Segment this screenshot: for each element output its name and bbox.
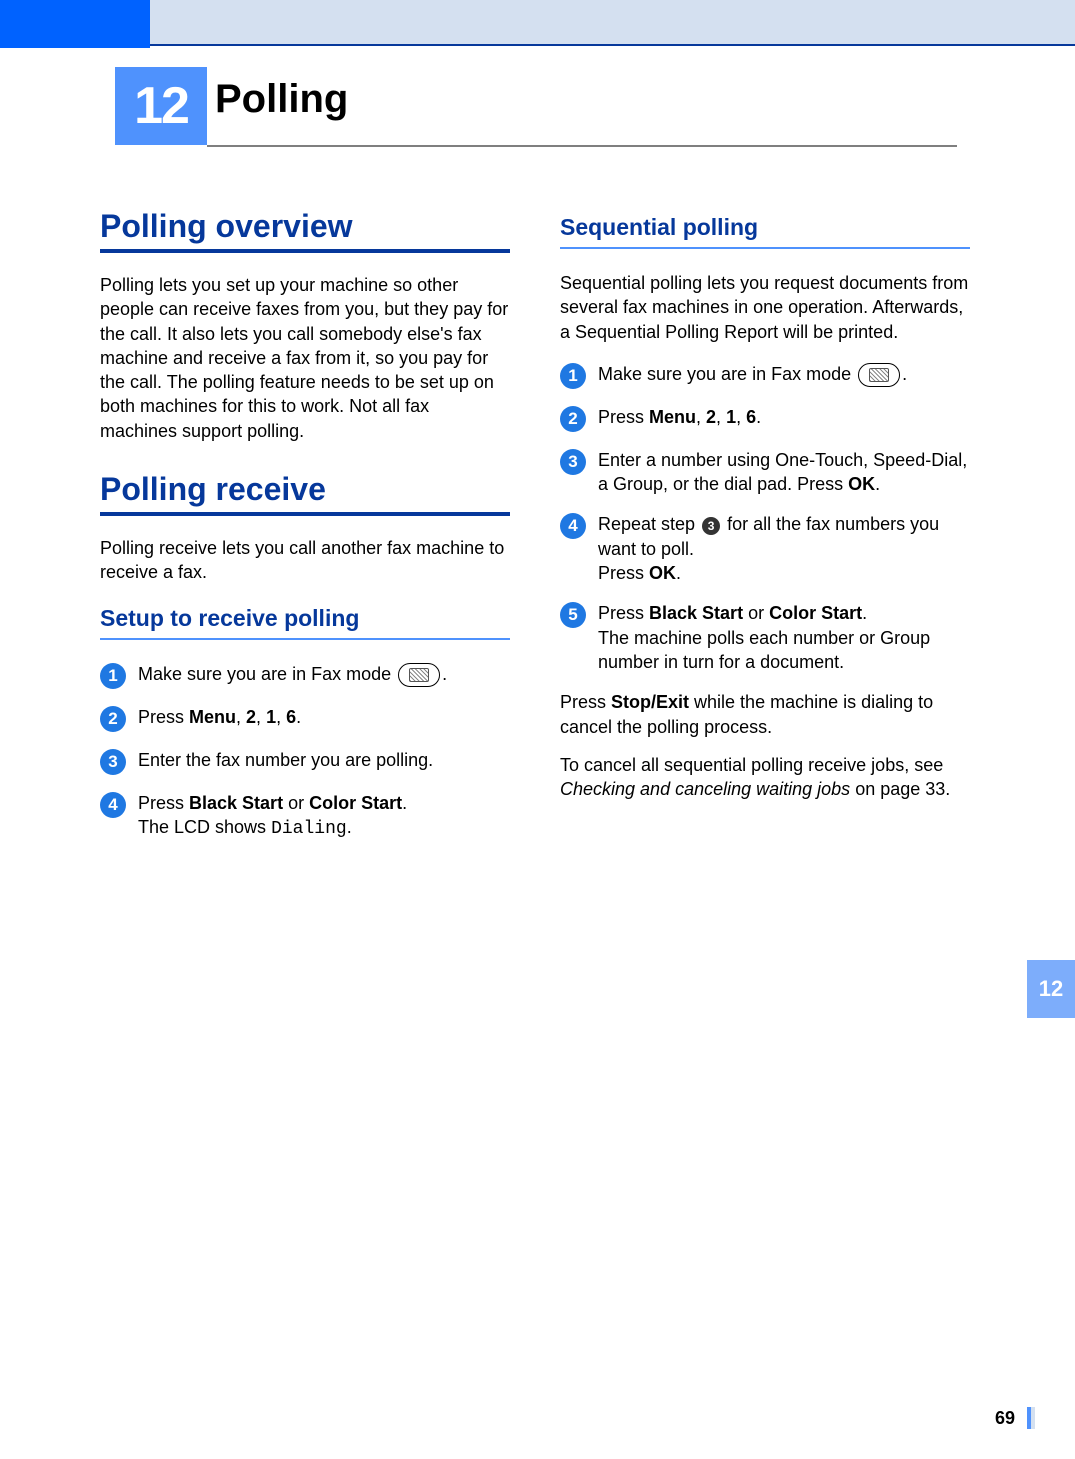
t: . (862, 603, 867, 623)
step-badge-1: 1 (560, 363, 586, 389)
step-2-text: Press Menu, 2, 1, 6. (138, 705, 510, 729)
seq-step-5-text: Press Black Start or Color Start. The ma… (598, 601, 970, 674)
heading-rule (100, 249, 510, 253)
fax-mode-icon (858, 363, 900, 387)
left-column: Polling overview Polling lets you set up… (100, 200, 510, 857)
step-badge-5: 5 (560, 602, 586, 628)
key-black-start: Black Start (649, 603, 743, 623)
step-badge-4: 4 (560, 513, 586, 539)
t: . (296, 707, 301, 727)
t: . (676, 563, 681, 583)
header-light-bar (150, 0, 1075, 46)
subheading-sequential: Sequential polling (560, 214, 970, 249)
seq-step-4: 4 Repeat step 3 for all the fax numbers … (560, 512, 970, 585)
key-stop-exit: Stop/Exit (611, 692, 689, 712)
crossref-checking-canceling: Checking and canceling waiting jobs (560, 779, 850, 799)
t: , (236, 707, 246, 727)
key-color-start: Color Start (309, 793, 402, 813)
heading-polling-receive: Polling receive (100, 471, 510, 508)
step-3-text: Enter the fax number you are polling. (138, 748, 510, 772)
key-2: 2 (246, 707, 256, 727)
stop-exit-paragraph: Press Stop/Exit while the machine is dia… (560, 690, 970, 739)
seq-step-2-text: Press Menu, 2, 1, 6. (598, 405, 970, 429)
key-2: 2 (706, 407, 716, 427)
key-6: 6 (286, 707, 296, 727)
t: Press (598, 603, 649, 623)
key-6: 6 (746, 407, 756, 427)
t: Make sure you are in Fax mode (598, 364, 856, 384)
chapter-underline (207, 145, 957, 147)
seq-step-3-text: Enter a number using One-Touch, Speed-Di… (598, 448, 970, 497)
overview-paragraph: Polling lets you set up your machine so … (100, 273, 510, 443)
t: Enter a number using One-Touch, Speed-Di… (598, 450, 967, 494)
step-badge-1: 1 (100, 663, 126, 689)
seq-step-1-text: Make sure you are in Fax mode . (598, 362, 970, 387)
seq-step-4-text: Repeat step 3 for all the fax numbers yo… (598, 512, 970, 585)
step-3: 3 Enter the fax number you are polling. (100, 748, 510, 775)
t: or (283, 793, 309, 813)
t: on page 33. (850, 779, 950, 799)
t: or (743, 603, 769, 623)
step-4: 4 Press Black Start or Color Start. The … (100, 791, 510, 842)
step-1-post: . (442, 664, 447, 684)
t: Press (598, 563, 649, 583)
key-menu: Menu (649, 407, 696, 427)
key-color-start: Color Start (769, 603, 862, 623)
t: Press (560, 692, 611, 712)
step-1: 1 Make sure you are in Fax mode . (100, 662, 510, 689)
t: Press (138, 707, 189, 727)
t: . (756, 407, 761, 427)
cancel-ref-paragraph: To cancel all sequential polling receive… (560, 753, 970, 802)
side-chapter-tab: 12 (1027, 960, 1075, 1018)
t: . (875, 474, 880, 494)
header-blue-block (0, 0, 150, 48)
t: The machine polls each number or Group n… (598, 628, 930, 672)
t: , (256, 707, 266, 727)
t: , (736, 407, 746, 427)
seq-step-2: 2 Press Menu, 2, 1, 6. (560, 405, 970, 432)
seq-step-3: 3 Enter a number using One-Touch, Speed-… (560, 448, 970, 497)
key-black-start: Black Start (189, 793, 283, 813)
subheading-setup-receive: Setup to receive polling (100, 605, 510, 640)
page-marker-icon (1027, 1407, 1037, 1429)
key-1: 1 (726, 407, 736, 427)
step-1-text: Make sure you are in Fax mode . (138, 662, 510, 687)
step-badge-3: 3 (560, 449, 586, 475)
heading-polling-overview: Polling overview (100, 208, 510, 245)
key-ok: OK (848, 474, 875, 494)
t: To cancel all sequential polling receive… (560, 755, 943, 775)
step-badge-3: 3 (100, 749, 126, 775)
key-1: 1 (266, 707, 276, 727)
step-badge-4: 4 (100, 792, 126, 818)
t: . (902, 364, 907, 384)
step-badge-2: 2 (100, 706, 126, 732)
step-4-text: Press Black Start or Color Start. The LC… (138, 791, 510, 842)
t: Repeat step (598, 514, 700, 534)
sequential-paragraph: Sequential polling lets you request docu… (560, 271, 970, 344)
fax-mode-icon (398, 663, 440, 687)
step-2: 2 Press Menu, 2, 1, 6. (100, 705, 510, 732)
t: , (276, 707, 286, 727)
t: The LCD shows (138, 817, 271, 837)
t: , (716, 407, 726, 427)
right-column: Sequential polling Sequential polling le… (560, 200, 970, 857)
chapter-title: Polling (215, 77, 348, 122)
step-badge-2: 2 (560, 406, 586, 432)
t: . (347, 817, 352, 837)
page-number: 69 (995, 1408, 1015, 1429)
inline-step-ref-3: 3 (702, 517, 720, 535)
seq-step-5: 5 Press Black Start or Color Start. The … (560, 601, 970, 674)
chapter-number-badge: 12 (115, 67, 207, 145)
t: , (696, 407, 706, 427)
receive-paragraph: Polling receive lets you call another fa… (100, 536, 510, 585)
heading-rule (100, 512, 510, 516)
seq-step-1: 1 Make sure you are in Fax mode . (560, 362, 970, 389)
key-menu: Menu (189, 707, 236, 727)
step-1-pre: Make sure you are in Fax mode (138, 664, 396, 684)
key-ok: OK (649, 563, 676, 583)
lcd-dialing: Dialing (271, 819, 347, 839)
t: . (402, 793, 407, 813)
t: Press (138, 793, 189, 813)
t: Press (598, 407, 649, 427)
